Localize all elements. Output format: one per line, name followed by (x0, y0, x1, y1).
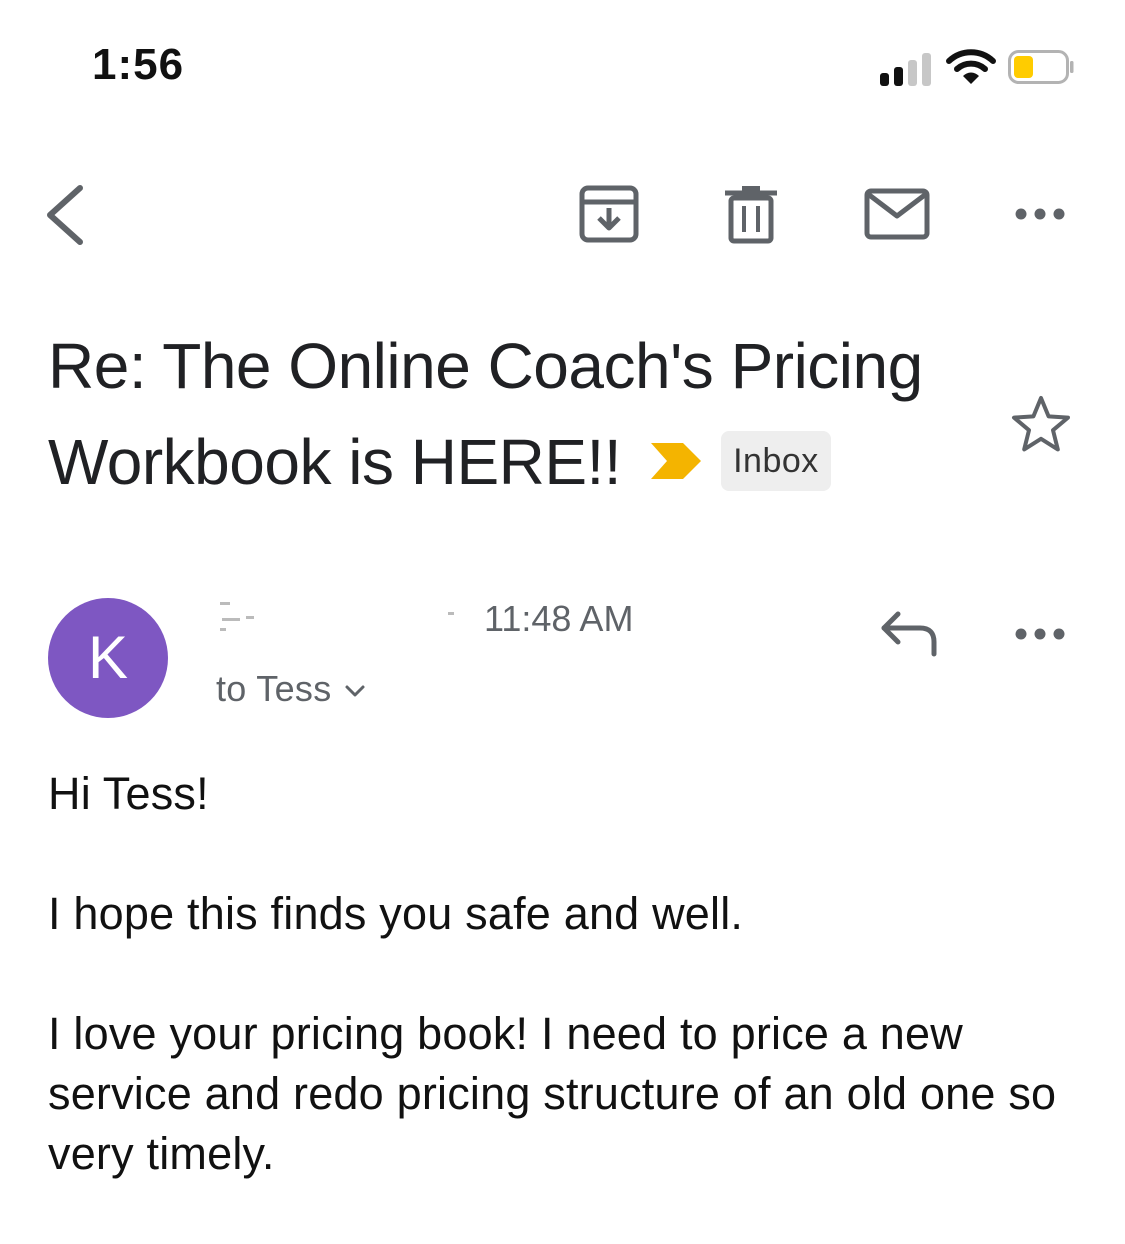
cellular-signal-icon (880, 52, 934, 86)
wifi-icon (946, 49, 996, 84)
inbox-label-chip[interactable]: Inbox (721, 431, 831, 492)
mark-unread-button[interactable] (864, 188, 930, 240)
more-options-button[interactable] (1010, 200, 1070, 228)
sender-name-redacted[interactable] (216, 598, 456, 634)
body-paragraph: I hope this finds you safe and well. (48, 888, 744, 939)
archive-button[interactable] (578, 184, 640, 244)
status-time: 1:56 (92, 40, 185, 89)
body-paragraph: Hi Tess! (48, 768, 209, 819)
recipient-details-toggle[interactable]: to Tess (216, 668, 366, 710)
back-button[interactable] (40, 182, 90, 248)
email-body: Hi Tess! I hope this finds you safe and … (48, 764, 1058, 1244)
star-button[interactable] (1010, 394, 1072, 454)
body-paragraph: I love your pricing book! I need to pric… (48, 1008, 1057, 1179)
email-subject: Re: The Online Coach's Pricing Workbook … (48, 318, 988, 510)
reply-button[interactable] (878, 608, 940, 658)
email-timestamp: 11:48 AM (484, 598, 634, 639)
battery-icon (1008, 50, 1074, 84)
delete-button[interactable] (722, 184, 780, 244)
recipient-text: to Tess (216, 668, 332, 709)
sender-avatar[interactable]: K (48, 598, 168, 718)
importance-marker-icon[interactable] (649, 441, 703, 481)
message-more-options-button[interactable] (1010, 620, 1070, 648)
chevron-down-icon (345, 685, 364, 697)
